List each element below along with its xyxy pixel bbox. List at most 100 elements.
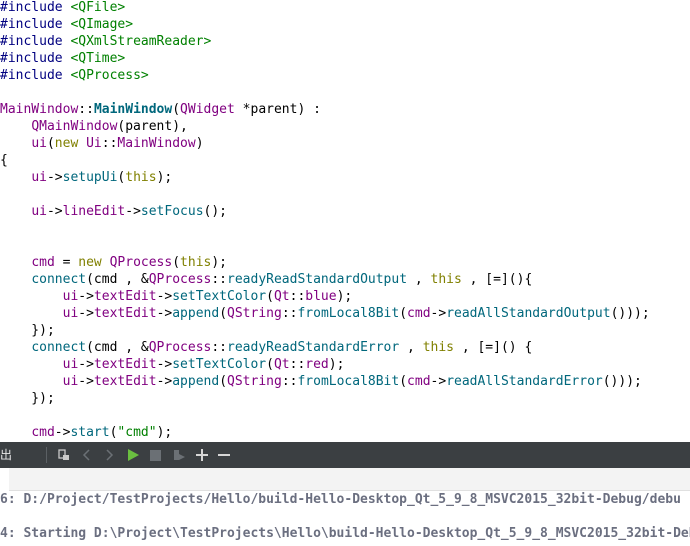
code-token: setTextColor	[172, 357, 267, 372]
code-line: ui->textEdit->setTextColor(Qt::blue);	[0, 288, 353, 305]
code-token: ->	[430, 306, 447, 321]
code-token: red	[305, 357, 329, 372]
code-token: ui	[62, 289, 79, 304]
run-icon[interactable]	[124, 442, 142, 468]
code-token: ->	[46, 170, 63, 185]
code-token: fromLocal8Bit	[297, 306, 400, 321]
code-token: ->	[430, 374, 447, 389]
code-token: new	[54, 136, 79, 151]
code-token: MainWindow	[93, 102, 173, 117]
toolbar-separator	[46, 447, 47, 463]
code-token: MainWindow	[117, 136, 196, 151]
code-line: #include <QProcess>	[0, 67, 149, 84]
code-token: });	[0, 391, 55, 406]
prev-arrow-icon[interactable]	[78, 442, 96, 468]
code-line: ui(new Ui::MainWindow)	[0, 135, 203, 152]
next-arrow-icon[interactable]	[100, 442, 118, 468]
code-token: setupUi	[62, 170, 118, 185]
code-line: cmd = new QProcess(this);	[0, 254, 227, 271]
code-token: append	[172, 374, 220, 389]
code-token: ->	[125, 204, 141, 219]
code-token: ui	[62, 306, 79, 321]
code-token: setFocus	[140, 204, 204, 219]
code-token: <QProcess>	[70, 68, 149, 83]
code-token: ,	[407, 272, 431, 287]
code-token: this	[430, 272, 462, 287]
code-line: cmd->start("cmd");	[0, 424, 172, 441]
code-token: QString	[227, 374, 282, 389]
code-token: ui	[31, 136, 47, 151]
code-token: (	[399, 374, 408, 389]
code-token: ::	[289, 289, 306, 304]
code-token: cmd	[31, 425, 55, 440]
stop-icon[interactable]	[146, 442, 164, 468]
code-token: ->	[78, 289, 94, 304]
code-token: #include	[0, 68, 71, 83]
code-token: ->	[54, 425, 71, 440]
code-line: });	[0, 322, 55, 339]
code-token: ()));	[602, 374, 642, 389]
code-token: );	[211, 255, 228, 270]
code-token: , [=](){	[461, 272, 533, 287]
code-token: ui	[62, 374, 79, 389]
output-line: 6: D:/Project/TestProjects/Hello/build-H…	[0, 492, 681, 507]
code-line: #include <QXmlStreamReader>	[0, 33, 211, 50]
code-token: QWidget	[180, 102, 235, 117]
code-token: );	[156, 170, 173, 185]
code-line: ui->setupUi(this);	[0, 169, 172, 186]
code-token: <QImage>	[70, 17, 134, 32]
code-token: <QFile>	[70, 0, 126, 15]
code-token: ::	[281, 374, 298, 389]
code-token: ()));	[610, 306, 650, 321]
minus-icon[interactable]	[214, 442, 234, 468]
code-token: (	[172, 102, 181, 117]
plus-icon[interactable]	[192, 442, 212, 468]
code-token: #include	[0, 34, 71, 49]
code-token: #include	[0, 0, 71, 15]
code-token: Ui	[86, 136, 102, 151]
code-line: ui->textEdit->setTextColor(Qt::red);	[0, 356, 345, 373]
code-token: cmd	[407, 306, 431, 321]
code-line: QMainWindow(parent),	[0, 118, 188, 135]
output-pane-title: 出	[0, 448, 13, 462]
output-toolbar: 出	[0, 442, 690, 468]
code-token: ->	[156, 306, 173, 321]
code-token: this	[125, 170, 157, 185]
code-token: <QTime>	[70, 51, 126, 66]
code-token: (	[266, 357, 274, 372]
code-token: QString	[227, 306, 282, 321]
code-token: {	[0, 153, 8, 168]
code-token: ::	[281, 306, 298, 321]
code-token: QProcess	[148, 340, 212, 355]
code-token: QMainWindow	[31, 119, 118, 134]
code-token: blue	[305, 289, 337, 304]
code-token: MainWindow	[0, 102, 79, 117]
code-token: start	[70, 425, 110, 440]
code-token: (	[266, 289, 274, 304]
code-token: textEdit	[93, 357, 157, 372]
code-token: Qt	[273, 289, 290, 304]
code-line: connect(cmd , &QProcess::readyReadStanda…	[0, 339, 532, 356]
code-token: ui	[31, 204, 47, 219]
code-editor[interactable]: #include <QFile> #include <QImage> #includ…	[0, 0, 690, 442]
code-token: ();	[203, 204, 228, 219]
code-token: #include	[0, 51, 71, 66]
code-token: <QXmlStreamReader>	[70, 34, 212, 49]
code-token: this	[180, 255, 212, 270]
code-token: ->	[156, 289, 173, 304]
code-token: ::	[289, 357, 306, 372]
code-token: ->	[156, 357, 173, 372]
code-token: QProcess	[109, 255, 173, 270]
attach-icon[interactable]	[54, 442, 74, 468]
debug-icon[interactable]	[170, 442, 188, 468]
application-output-panel[interactable]: 6: D:/Project/TestProjects/Hello/build-H…	[0, 468, 690, 546]
